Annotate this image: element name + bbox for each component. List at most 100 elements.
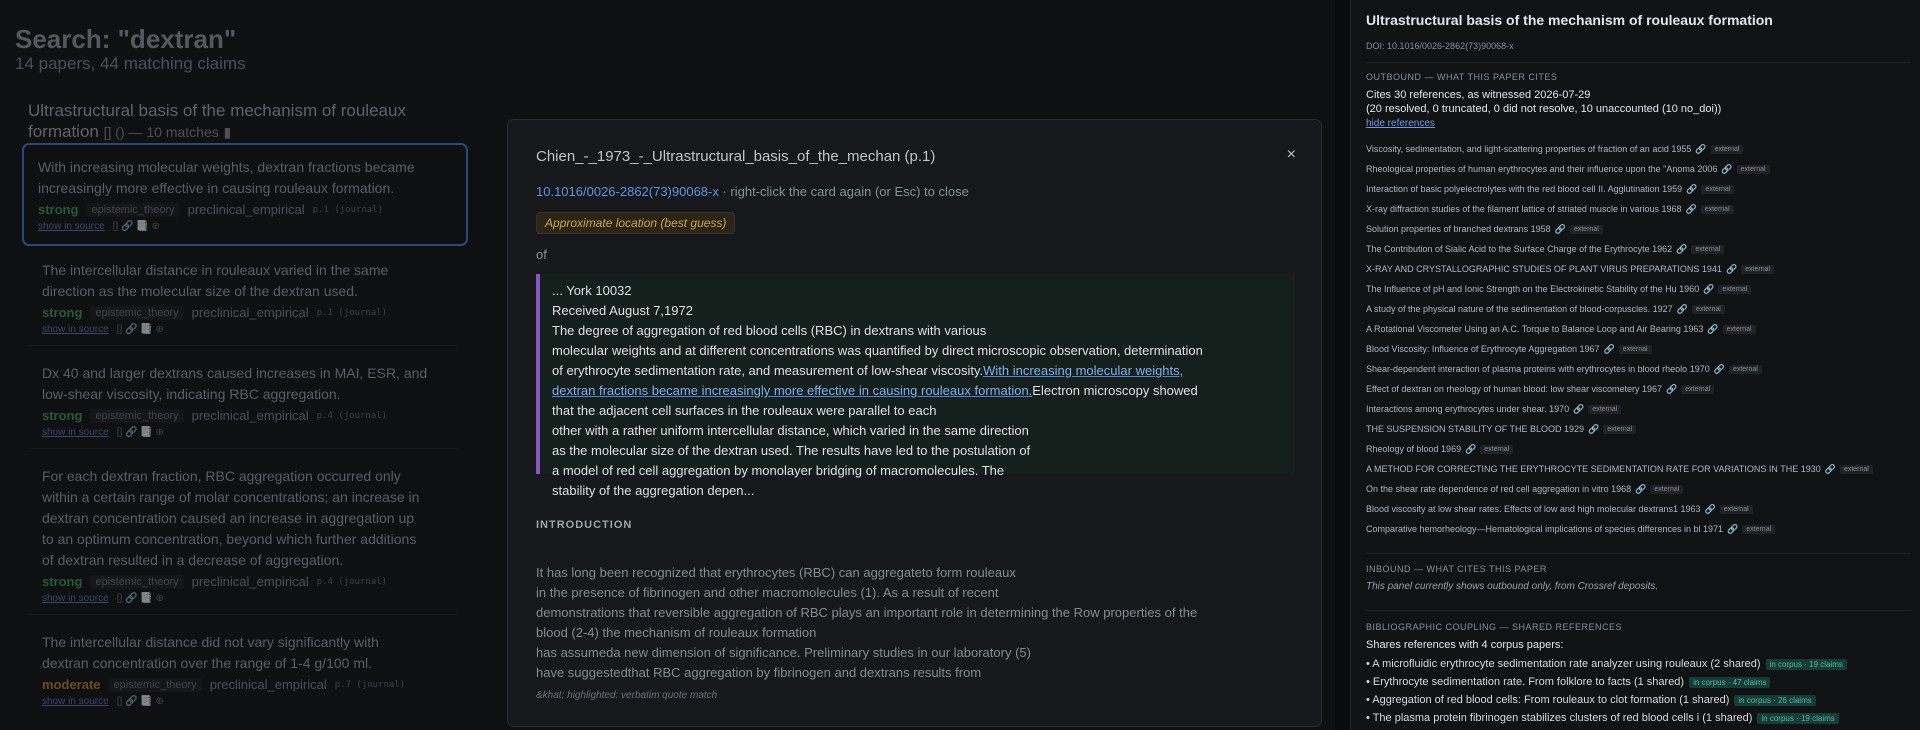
reference-item[interactable]: Comparative hemorheology—Hematological i… (1366, 519, 1911, 539)
reference-item[interactable]: Shear-dependent interaction of plasma pr… (1366, 359, 1911, 379)
shared-paper-item[interactable]: • Erythrocyte sedimentation rate. From f… (1366, 673, 1911, 691)
link-icon[interactable]: 🔗 (1588, 424, 1599, 435)
link-icon[interactable]: 🔗 (1677, 304, 1688, 315)
external-badge: external (1742, 524, 1776, 534)
link-icon[interactable]: 🔗 (1825, 464, 1836, 475)
claim-action-icons[interactable]: [] 🔗 📑 ⊕ (117, 696, 164, 707)
external-badge: external (1618, 344, 1652, 354)
reference-item[interactable]: X-RAY AND CRYSTALLOGRAPHIC STUDIES OF PL… (1366, 259, 1911, 279)
show-in-source-link[interactable]: show in source (42, 427, 109, 438)
link-icon[interactable]: 🔗 (1686, 184, 1697, 195)
reference-title: Interactions among erythrocytes under sh… (1366, 404, 1570, 414)
link-icon[interactable]: 🔗 (1603, 344, 1614, 355)
show-in-source-link[interactable]: show in source (42, 324, 109, 335)
reference-item[interactable]: Viscosity, sedimentation, and light-scat… (1366, 139, 1911, 159)
link-icon[interactable]: 🔗 (1695, 144, 1706, 155)
reference-title: Viscosity, sedimentation, and light-scat… (1366, 144, 1692, 154)
search-title: Search: "dextran" (15, 24, 237, 54)
reference-item[interactable]: A METHOD FOR CORRECTING THE ERYTHROCYTE … (1366, 459, 1911, 479)
corpus-badge[interactable]: in corpus · 47 claims (1689, 676, 1771, 688)
corpus-badge[interactable]: in corpus · 19 claims (1765, 658, 1847, 670)
external-badge: external (1588, 404, 1622, 414)
link-icon[interactable]: 🔗 (1721, 164, 1732, 175)
reference-item[interactable]: A Rotational Viscometer Using an A.C. To… (1366, 319, 1911, 339)
modal-title: Chien_-_1973_-_Ultrastructural_basis_of_… (536, 148, 936, 165)
claim-action-icons[interactable]: [] 🔗 📑 ⊕ (117, 427, 164, 438)
highlighted-quote: With increasing molecular weights, (983, 363, 1184, 378)
claim-text: The intercellular distance in rouleaux v… (42, 262, 389, 299)
claim-tags: strong epistemic_theory preclinical_empi… (42, 574, 444, 589)
epistemic-tag: epistemic_theory (90, 408, 184, 423)
epistemic-tag: epistemic_theory (86, 202, 180, 217)
corpus-badge[interactable]: in corpus · 19 claims (1757, 712, 1839, 724)
chart-icon: ▮ (223, 124, 232, 140)
close-icon[interactable]: × (1287, 146, 1296, 164)
corpus-badge[interactable]: in corpus · 26 claims (1734, 694, 1816, 706)
reference-list: Viscosity, sedimentation, and light-scat… (1366, 139, 1911, 539)
reference-title: A study of the physical nature of the se… (1366, 304, 1673, 314)
strength-badge: strong (42, 574, 83, 589)
reference-item[interactable]: Rheological properties of human erythroc… (1366, 159, 1911, 179)
evidence-tag: preclinical_empirical (191, 305, 309, 320)
reference-item[interactable]: Effect of dextran on rheology of human b… (1366, 379, 1911, 399)
link-icon[interactable]: 🔗 (1573, 404, 1584, 415)
claim-card[interactable]: For each dextran fraction, RBC aggregati… (28, 466, 458, 615)
reference-item[interactable]: A study of the physical nature of the se… (1366, 299, 1911, 319)
external-badge: external (1603, 424, 1637, 434)
show-in-source-link[interactable]: show in source (42, 696, 109, 707)
reference-item[interactable]: Interaction of basic polyelectrolytes wi… (1366, 179, 1911, 199)
strength-badge: strong (42, 408, 83, 423)
link-icon[interactable]: 🔗 (1666, 384, 1677, 395)
shared-paper-item[interactable]: • A microfluidic erythrocyte sedimentati… (1366, 655, 1911, 673)
reference-title: Blood viscosity at low shear rates. Effe… (1366, 504, 1701, 514)
claim-card[interactable]: The intercellular distance in rouleaux v… (28, 260, 458, 346)
link-icon[interactable]: 🔗 (1635, 484, 1646, 495)
excerpt-line: ... York 10032 (552, 283, 632, 298)
reference-title: On the shear rate dependence of red cell… (1366, 484, 1632, 494)
reference-item[interactable]: THE SUSPENSION STABILITY OF THE BLOOD 19… (1366, 419, 1911, 439)
evidence-tag: preclinical_empirical (209, 677, 327, 692)
external-badge: external (1700, 204, 1734, 214)
reference-title: The Contribution of Sialic Acid to the S… (1366, 244, 1673, 254)
coupling-heading: BIBLIOGRAPHIC COUPLING — SHARED REFERENC… (1366, 622, 1623, 632)
reference-item[interactable]: Solution properties of branched dextrans… (1366, 219, 1911, 239)
reference-item[interactable]: Rheology of blood 1969 🔗 external (1366, 439, 1911, 459)
claim-card-selected[interactable]: With increasing molecular weights, dextr… (22, 143, 468, 246)
close-hint: · right-click the card again (or Esc) to… (718, 184, 969, 199)
claim-card[interactable]: Dx 40 and larger dextrans caused increas… (28, 363, 458, 449)
link-icon[interactable]: 🔗 (1714, 364, 1725, 375)
claim-action-icons[interactable]: [] 🔗 📑 ⊕ (113, 221, 160, 232)
shared-references-list: • A microfluidic erythrocyte sedimentati… (1366, 655, 1911, 727)
claim-card[interactable]: The intercellular distance did not vary … (28, 632, 458, 717)
claim-action-icons[interactable]: [] 🔗 📑 ⊕ (117, 324, 164, 335)
reference-item[interactable]: The Influence of pH and Ionic Strength o… (1366, 279, 1911, 299)
reference-item[interactable]: The Contribution of Sialic Acid to the S… (1366, 239, 1911, 259)
link-icon[interactable]: 🔗 (1727, 524, 1738, 535)
reference-title: X-RAY AND CRYSTALLOGRAPHIC STUDIES OF PL… (1366, 264, 1722, 274)
link-icon[interactable]: 🔗 (1465, 444, 1476, 455)
hide-references-link[interactable]: hide references (1366, 118, 1435, 129)
link-icon[interactable]: 🔗 (1555, 224, 1566, 235)
doi-link[interactable]: 10.1016/0026-2862(73)90068-x (536, 184, 719, 199)
shared-paper-item[interactable]: • Aggregation of red blood cells: From r… (1366, 691, 1911, 709)
show-in-source-link[interactable]: show in source (42, 593, 109, 604)
source-excerpt: ... York 10032 Received August 7,1972 Th… (536, 274, 1295, 498)
link-icon[interactable]: 🔗 (1705, 504, 1716, 515)
reference-item[interactable]: Interactions among erythrocytes under sh… (1366, 399, 1911, 419)
reference-title: A METHOD FOR CORRECTING THE ERYTHROCYTE … (1366, 464, 1821, 474)
paper-meta: [] () — 10 matches (103, 124, 219, 140)
reference-item[interactable]: Blood Viscosity: Influence of Erythrocyt… (1366, 339, 1911, 359)
claim-action-icons[interactable]: [] 🔗 📑 ⊕ (117, 593, 164, 604)
reference-item[interactable]: Blood viscosity at low shear rates. Effe… (1366, 499, 1911, 519)
link-icon[interactable]: 🔗 (1686, 204, 1697, 215)
link-icon[interactable]: 🔗 (1726, 264, 1737, 275)
show-in-source-link[interactable]: show in source (38, 221, 105, 232)
link-icon[interactable]: 🔗 (1707, 324, 1718, 335)
reference-title: A Rotational Viscometer Using an A.C. To… (1366, 324, 1704, 334)
link-icon[interactable]: 🔗 (1676, 244, 1687, 255)
reference-item[interactable]: On the shear rate dependence of red cell… (1366, 479, 1911, 499)
paper-heading[interactable]: Ultrastructural basis of the mechanism o… (28, 100, 448, 143)
reference-item[interactable]: X-ray diffraction studies of the filamen… (1366, 199, 1911, 219)
link-icon[interactable]: 🔗 (1703, 284, 1714, 295)
shared-paper-item[interactable]: • The plasma protein fibrinogen stabiliz… (1366, 709, 1911, 727)
